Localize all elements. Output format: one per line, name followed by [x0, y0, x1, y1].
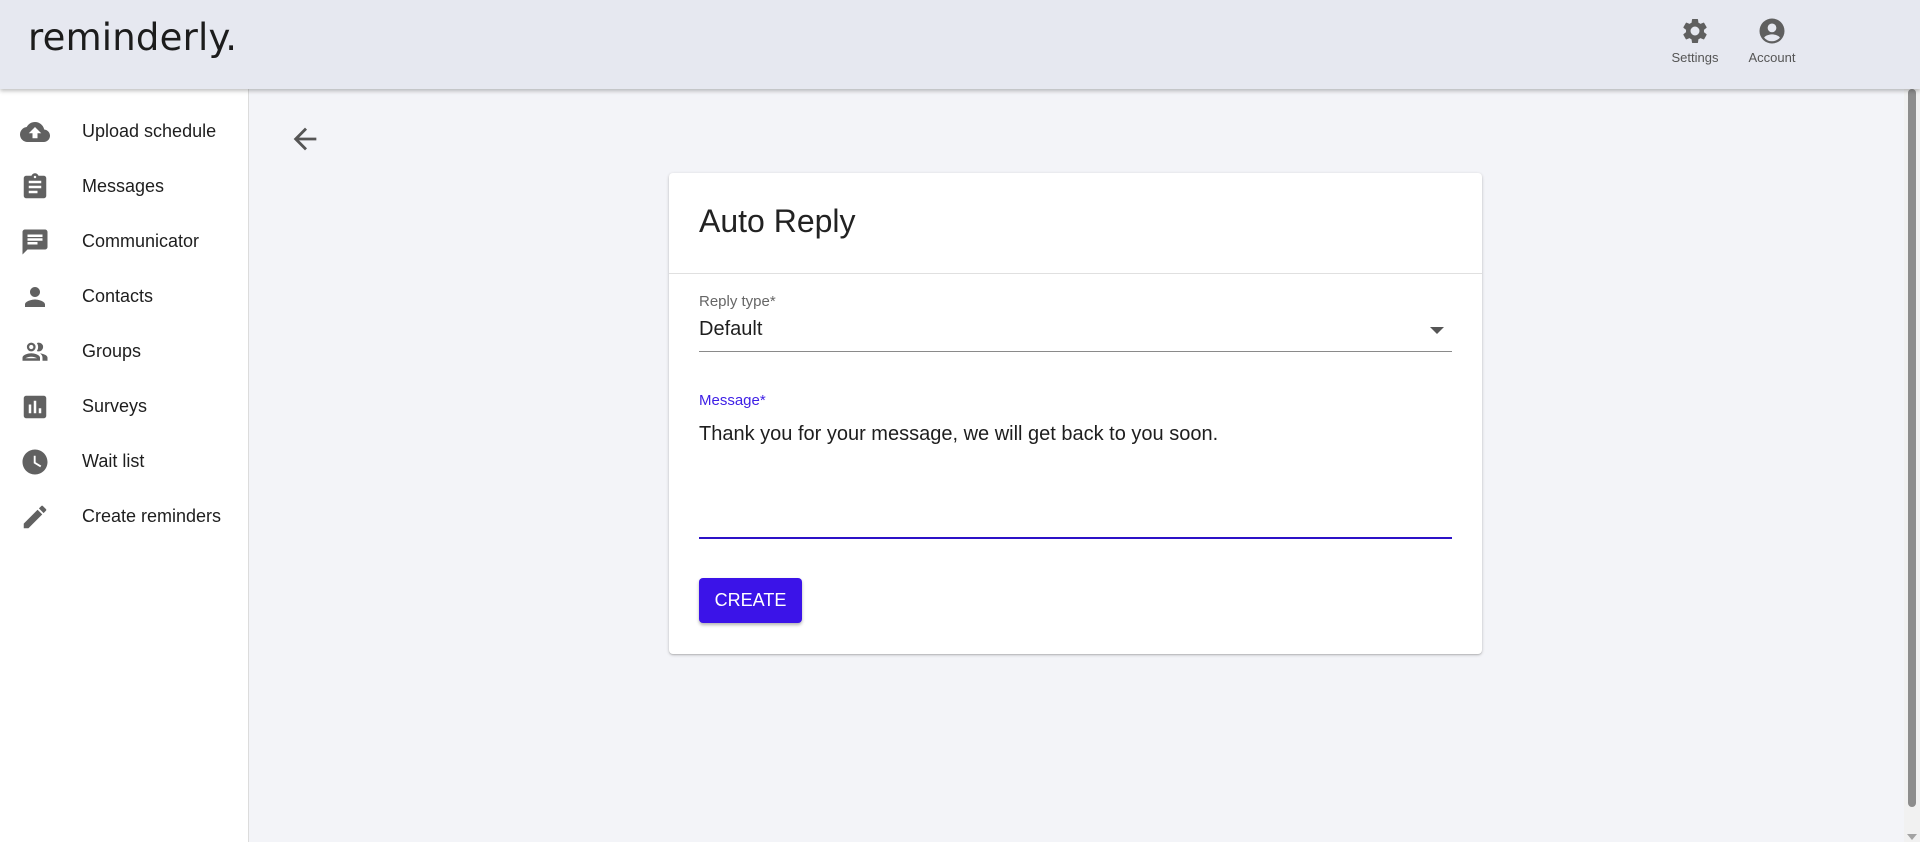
- page-scrollbar[interactable]: [1904, 89, 1920, 842]
- sidebar-item-surveys[interactable]: Surveys: [0, 379, 249, 434]
- pencil-icon: [20, 502, 50, 532]
- reply-type-value: Default: [699, 318, 763, 340]
- sidebar-item-label: Contacts: [82, 286, 154, 306]
- create-button[interactable]: CREATE: [699, 578, 802, 623]
- gear-icon: [1683, 18, 1707, 43]
- scrollbar-thumb[interactable]: [1908, 89, 1916, 807]
- sidebar-item-create-reminders[interactable]: Create reminders: [0, 489, 249, 544]
- sidebar-item-wait-list[interactable]: Wait list: [0, 434, 249, 489]
- message-field-wrapper: [699, 417, 1452, 539]
- settings-button[interactable]: Settings: [1660, 16, 1730, 65]
- app-logo[interactable]: reminderly.: [28, 16, 237, 59]
- sidebar-item-label: Upload schedule: [82, 121, 217, 141]
- reply-type-label: Reply type*: [699, 293, 776, 310]
- settings-label: Settings: [1671, 50, 1719, 65]
- sidebar-item-contacts[interactable]: Contacts: [0, 269, 249, 324]
- clock-icon: [20, 447, 50, 477]
- sidebar-item-label: Groups: [82, 341, 142, 361]
- reply-type-select[interactable]: Default: [699, 313, 1452, 352]
- sidebar: Upload schedule Messages Communicator Co…: [0, 89, 249, 842]
- group-icon: [20, 337, 50, 367]
- sidebar-item-label: Surveys: [82, 396, 148, 416]
- arrow-left-icon: [293, 127, 317, 151]
- bar-chart-icon: [20, 392, 50, 422]
- account-button[interactable]: Account: [1737, 16, 1807, 65]
- card-divider: [669, 273, 1482, 274]
- back-button[interactable]: [288, 122, 322, 156]
- message-label: Message*: [699, 392, 766, 409]
- chevron-down-icon: [1430, 327, 1444, 334]
- cloud-upload-icon: [20, 117, 50, 147]
- person-icon: [20, 282, 50, 312]
- sidebar-item-label: Create reminders: [82, 506, 222, 526]
- top-bar: reminderly. Settings Account: [0, 0, 1920, 89]
- account-circle-icon: [1759, 18, 1785, 44]
- clipboard-icon: [20, 172, 50, 202]
- sidebar-item-groups[interactable]: Groups: [0, 324, 249, 379]
- sidebar-item-messages[interactable]: Messages: [0, 159, 249, 214]
- account-label: Account: [1748, 50, 1796, 65]
- sidebar-item-label: Communicator: [82, 231, 200, 251]
- sidebar-item-communicator[interactable]: Communicator: [0, 214, 249, 269]
- message-textarea[interactable]: [699, 417, 1452, 537]
- chat-icon: [20, 227, 50, 257]
- sidebar-item-label: Wait list: [82, 451, 145, 471]
- sidebar-item-upload-schedule[interactable]: Upload schedule: [0, 104, 249, 159]
- auto-reply-card: Auto Reply Reply type* Default Message* …: [669, 173, 1482, 654]
- scroll-down-arrow-icon[interactable]: [1907, 834, 1917, 840]
- card-title: Auto Reply: [699, 203, 856, 239]
- sidebar-item-label: Messages: [82, 176, 165, 196]
